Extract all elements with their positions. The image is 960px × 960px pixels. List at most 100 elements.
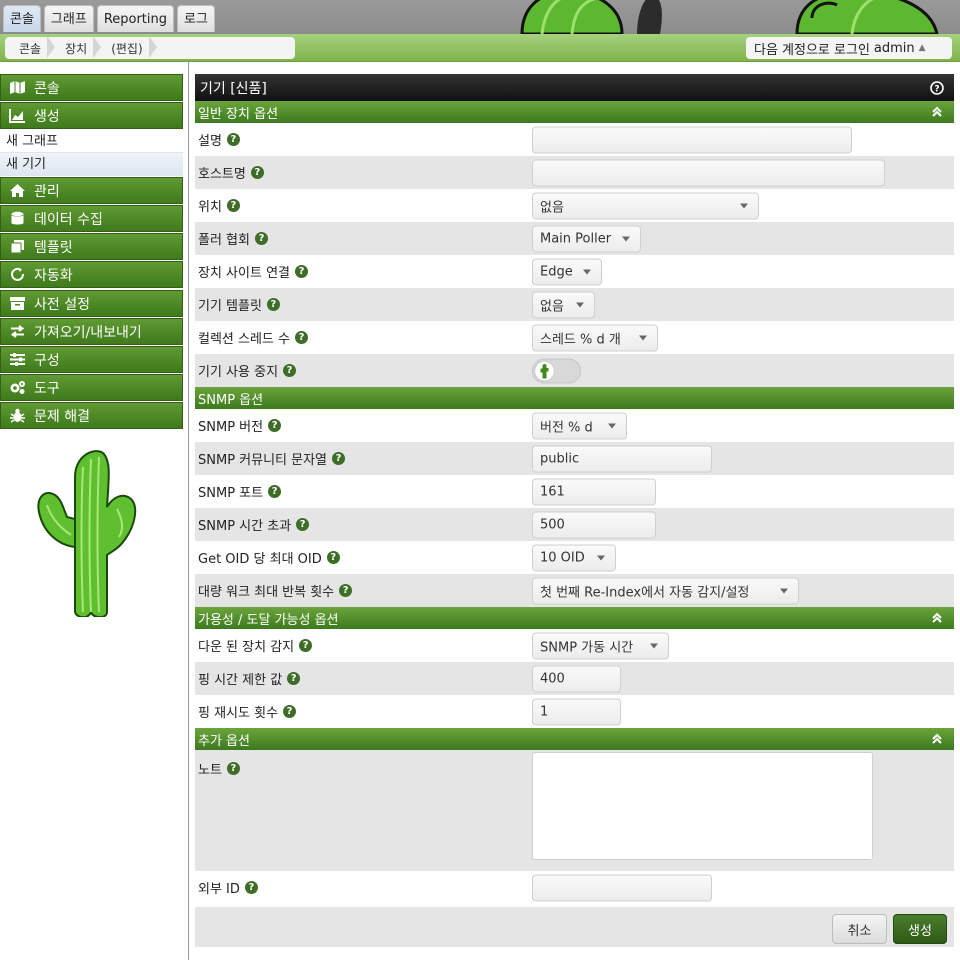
poller-select[interactable]: Main Poller (532, 225, 641, 252)
help-icon[interactable]: ? (283, 705, 297, 718)
row-snmp-community: SNMP 커뮤니티 문자열? public (195, 442, 954, 475)
sidebar-item-label: 콘솔 (34, 80, 60, 97)
collapse-icon[interactable] (930, 611, 944, 625)
section-additional-options[interactable]: 추가 옵션 (195, 728, 954, 750)
row-external-id: 외부 ID? (195, 871, 954, 904)
breadcrumb-edit: (편집) (103, 35, 158, 58)
toggle-knob (535, 361, 554, 380)
tab-console[interactable]: 콘솔 (3, 5, 41, 32)
row-ping-timeout: 핑 시간 제한 값? 400 (195, 662, 954, 695)
snmp-community-input[interactable]: public (532, 445, 712, 472)
max-oids-select[interactable]: 10 OID (532, 544, 616, 571)
breadcrumb-console[interactable]: 콘솔 (11, 35, 57, 58)
ping-timeout-input[interactable]: 400 (532, 665, 621, 692)
page-title-bar: 기기 [신품] ? (195, 74, 954, 101)
field-label: SNMP 시간 초과 (198, 519, 292, 534)
top-navigation-bar: 콘솔 그래프 Reporting 로그 (0, 0, 960, 34)
copy-icon (10, 240, 24, 254)
help-icon[interactable]: ? (250, 166, 264, 179)
sidebar-item-label: 관리 (34, 183, 60, 200)
sidebar-item-create[interactable]: 생성 (0, 102, 183, 129)
help-icon[interactable]: ? (339, 584, 353, 597)
help-icon[interactable]: ? (332, 452, 346, 465)
help-icon[interactable]: ? (295, 331, 308, 344)
archive-icon (10, 297, 25, 310)
section-availability-options[interactable]: 가용성 / 도달 가능성 옵션 (195, 607, 954, 629)
login-username: admin (873, 40, 915, 56)
page-title: 기기 [신품] (200, 80, 267, 97)
help-icon[interactable]: ? (296, 518, 310, 531)
section-snmp-options[interactable]: SNMP 옵션 (195, 387, 954, 409)
help-icon[interactable]: ? (244, 881, 258, 894)
field-label: 기기 사용 중지 (198, 365, 279, 380)
notes-textarea[interactable] (532, 752, 873, 860)
sidebar-item-label: 데이터 수집 (34, 211, 103, 228)
down-detection-select[interactable]: SNMP 가동 시간 (532, 632, 669, 659)
section-title: 가용성 / 도달 가능성 옵션 (198, 612, 339, 628)
sidebar-item-utilities[interactable]: 도구 (0, 374, 183, 401)
help-icon[interactable]: ? (266, 298, 280, 311)
sidebar-item-label: 사전 설정 (34, 296, 90, 313)
sidebar-item-troubleshooting[interactable]: 문제 해결 (0, 402, 183, 429)
help-icon[interactable]: ? (226, 133, 240, 146)
sidebar-item-management[interactable]: 관리 (0, 177, 183, 204)
field-label: 호스트명 (198, 167, 246, 182)
section-general-options[interactable]: 일반 장치 옵션 (195, 101, 954, 123)
database-icon (11, 211, 24, 225)
breadcrumb-bar: 콘솔 장치 (편집) 다음 계정으로 로그인 admin ▲ (0, 34, 960, 62)
snmp-port-input[interactable]: 161 (532, 478, 656, 505)
collapse-icon[interactable] (930, 105, 944, 119)
field-label: 컬렉션 스레드 수 (198, 332, 290, 347)
help-icon[interactable]: ? (254, 232, 268, 245)
snmp-version-select[interactable]: 버전 % d (532, 412, 627, 439)
help-icon[interactable]: ? (295, 265, 308, 278)
tab-reporting[interactable]: Reporting (96, 5, 175, 32)
snmp-timeout-input[interactable]: 500 (532, 511, 656, 538)
threads-select[interactable]: 스레드 % d 개 (532, 324, 658, 351)
row-notes: 노트? (195, 750, 954, 871)
create-button[interactable]: 생성 (893, 914, 947, 944)
sidebar-item-import-export[interactable]: 가져오기/내보내기 (0, 318, 183, 345)
row-ping-retries: 핑 재시도 횟수? 1 (195, 695, 954, 728)
select-value: 첫 번째 Re-Index에서 자동 감지/설정 (540, 585, 750, 600)
location-select[interactable]: 없음 (532, 192, 759, 219)
row-snmp-timeout: SNMP 시간 초과? 500 (195, 508, 954, 541)
tab-logs[interactable]: 로그 (177, 5, 215, 32)
disable-device-toggle[interactable] (532, 358, 581, 383)
row-site: 장치 사이트 연결? Edge (195, 255, 954, 288)
ping-retries-input[interactable]: 1 (532, 698, 621, 725)
help-icon[interactable]: ? (930, 80, 944, 95)
help-icon[interactable]: ? (268, 419, 282, 432)
sidebar-subitem-new-graph[interactable]: 새 그래프 (0, 130, 183, 153)
sidebar-item-label: 자동화 (34, 267, 73, 284)
sidebar-item-configuration[interactable]: 구성 (0, 346, 183, 373)
help-icon[interactable]: ? (226, 199, 240, 212)
hostname-input[interactable] (532, 159, 885, 186)
bulk-walk-select[interactable]: 첫 번째 Re-Index에서 자동 감지/설정 (532, 577, 799, 604)
sidebar-item-console[interactable]: 콘솔 (0, 74, 183, 101)
tab-graphs[interactable]: 그래프 (43, 5, 94, 32)
cactus-logo-banner (520, 0, 939, 34)
external-id-input[interactable] (532, 874, 712, 901)
site-select[interactable]: Edge (532, 258, 602, 285)
help-icon[interactable]: ? (299, 639, 313, 652)
collapse-icon[interactable] (930, 732, 944, 746)
sidebar-item-data-collection[interactable]: 데이터 수집 (0, 205, 183, 232)
help-icon[interactable]: ? (287, 672, 301, 685)
sidebar-subitem-new-device[interactable]: 새 기기 (0, 153, 183, 176)
help-icon[interactable]: ? (268, 485, 282, 498)
breadcrumb-devices[interactable]: 장치 (57, 35, 103, 58)
help-icon[interactable]: ? (283, 364, 297, 377)
help-icon[interactable]: ? (226, 762, 240, 775)
cancel-button[interactable]: 취소 (832, 914, 887, 944)
sidebar-item-templates[interactable]: 템플릿 (0, 233, 183, 260)
sidebar-item-presets[interactable]: 사전 설정 (0, 290, 183, 317)
field-label: 장치 사이트 연결 (198, 266, 290, 281)
sidebar-item-automation[interactable]: 자동화 (0, 261, 183, 288)
user-menu[interactable]: 다음 계정으로 로그인 admin ▲ (746, 37, 952, 59)
field-label: 설명 (198, 134, 222, 149)
help-icon[interactable]: ? (326, 551, 340, 564)
description-input[interactable] (532, 126, 852, 153)
breadcrumb: 콘솔 장치 (편집) (5, 35, 295, 59)
device-template-select[interactable]: 없음 (532, 291, 595, 318)
